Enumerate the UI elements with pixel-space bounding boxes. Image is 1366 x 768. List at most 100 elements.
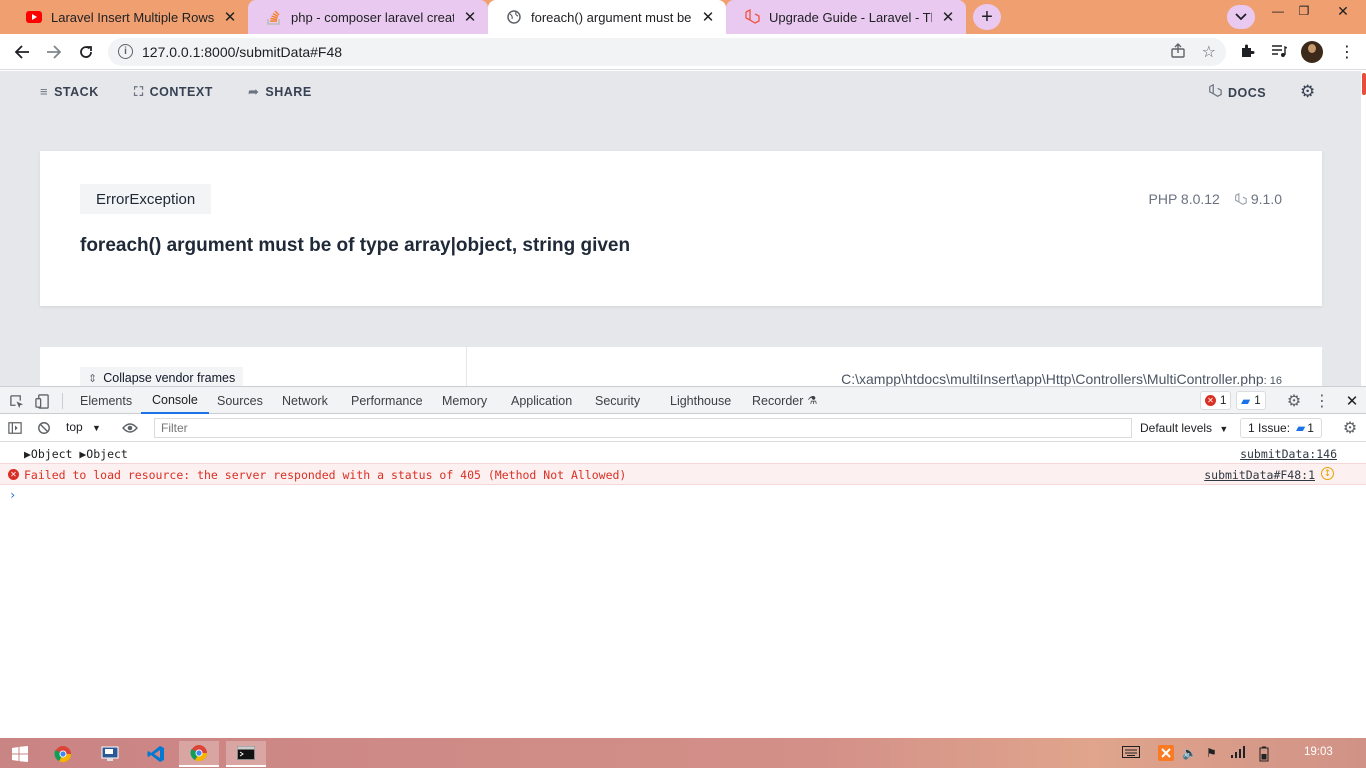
nav-context[interactable]: ⛶ CONTEXT [134,84,213,100]
sidebar-toggle-icon[interactable] [6,419,24,437]
tab-sources[interactable]: Sources [217,387,263,414]
devtools-settings-icon[interactable]: ⚙ [1285,392,1303,410]
laravel-icon [744,9,760,25]
close-tab-icon[interactable]: ✕ [940,9,956,26]
extensions-puzzle-icon[interactable] [1239,43,1255,64]
back-button[interactable] [10,40,34,64]
chrome-taskbar-icon[interactable] [43,741,83,767]
console-output[interactable]: ▶Object ▶Object submitData:146 ✕ Failed … [0,442,1366,738]
close-tab-icon[interactable]: ✕ [462,9,478,26]
tab-network[interactable]: Network [282,387,328,414]
tab-security[interactable]: Security [595,387,640,414]
ignition-nav: ≡ STACK ⛶ CONTEXT ➦ SHARE DOCS ⚙ [0,71,1361,111]
bookmark-star-icon[interactable]: ☆ [1202,42,1216,62]
tab-performance[interactable]: Performance [351,387,423,414]
issues-button[interactable]: 1 Issue: ▰ 1 [1240,418,1322,438]
message-icon: ▰ [1241,393,1251,408]
minimize-button[interactable]: — [1264,0,1292,22]
console-prompt-icon[interactable]: › [9,488,16,502]
error-counter[interactable]: ✕ 1 [1200,391,1232,410]
share-page-icon[interactable] [1170,43,1186,64]
console-filter-input[interactable] [154,418,1132,438]
nav-share[interactable]: ➦ SHARE [248,84,312,100]
frame-file-path[interactable]: C:\xampp\htdocs\multiInsert\app\Http\Con… [841,371,1282,386]
xampp-tray-icon[interactable] [1158,745,1174,764]
flag-notifications-icon[interactable]: ⚑ [1206,746,1217,760]
vscode-taskbar-icon[interactable] [136,741,176,767]
device-toolbar-icon[interactable] [33,392,51,410]
inspect-element-icon[interactable] [7,392,25,410]
browser-tab-1[interactable]: Laravel Insert Multiple Rows in d ✕ [8,0,248,34]
tab-application[interactable]: Application [511,387,572,414]
flask-icon: ⚗ [807,395,818,407]
browser-tab-2[interactable]: php - composer laravel create pr ✕ [248,0,488,34]
nav-stack[interactable]: ≡ STACK [40,84,99,99]
network-warning-icon[interactable]: ↕ [1321,467,1334,480]
cmd-taskbar-icon[interactable] [226,741,266,767]
xampp-control-icon[interactable] [90,741,130,767]
browser-tab-strip: Laravel Insert Multiple Rows in d ✕ php … [0,0,1366,34]
media-queue-icon[interactable] [1271,43,1288,64]
forward-button[interactable] [42,40,66,64]
browser-toolbar: i 127.0.0.1:8000/submitData#F48 ☆ ⋮ [0,34,1366,70]
keyboard-icon[interactable] [1122,746,1140,761]
battery-icon[interactable] [1259,746,1269,765]
taskbar-clock[interactable]: 19:03 [1304,746,1333,758]
browser-tab-4[interactable]: Upgrade Guide - Laravel - The PH ✕ [726,0,966,34]
tab-memory[interactable]: Memory [442,387,487,414]
console-error-row[interactable]: ✕ Failed to load resource: the server re… [0,463,1366,485]
nav-docs[interactable]: DOCS [1208,83,1266,101]
log-text[interactable]: ▶Object ▶Object [24,447,128,461]
issues-label: 1 Issue: [1248,421,1291,435]
window-close-button[interactable]: ✕ [1325,0,1361,22]
address-bar[interactable]: i 127.0.0.1:8000/submitData#F48 ☆ [108,38,1226,66]
network-signal-icon[interactable] [1230,746,1246,761]
tab-recorder-label: Recorder [752,393,804,408]
close-tab-icon[interactable]: ✕ [700,9,716,26]
reload-icon [80,46,92,58]
triangle-down-icon: ▼ [92,423,101,433]
maximize-button[interactable]: ❐ [1290,0,1318,22]
live-expression-eye-icon[interactable] [121,419,139,437]
share-arrow-icon: ➦ [248,84,260,99]
tab-recorder[interactable]: Recorder ⚗ [752,387,817,414]
close-tab-icon[interactable]: ✕ [222,9,238,26]
console-settings-icon[interactable]: ⚙ [1341,419,1359,437]
stackoverflow-icon [266,9,282,25]
page-scrollbar[interactable] [1361,71,1366,386]
error-count: 1 [1220,394,1227,407]
error-icon: ✕ [1205,395,1216,406]
windows-start-icon[interactable] [0,741,40,767]
settings-gear-icon[interactable]: ⚙ [1300,82,1316,102]
context-value: top [66,420,83,434]
devtools-tab-bar: Elements Console Sources Network Perform… [0,386,1366,414]
url-text[interactable]: 127.0.0.1:8000/submitData#F48 [142,44,342,60]
tab-elements[interactable]: Elements [80,387,132,414]
chrome-active-taskbar-icon[interactable] [179,741,219,767]
profile-avatar[interactable] [1301,41,1323,63]
reload-button[interactable] [74,40,98,64]
tab-console[interactable]: Console [141,387,209,414]
arrow-right-icon [47,45,62,59]
clear-console-icon[interactable] [35,419,53,437]
log-source-link[interactable]: submitData:146 [1240,447,1337,461]
windows-taskbar: 🔈 ⚑ 19:03 [0,738,1366,768]
collapse-vendor-frames-button[interactable]: ⇕ Collapse vendor frames [80,367,244,386]
laravel-version: 9.1.0 [1234,191,1282,207]
log-levels-dropdown[interactable]: Default levels ▼ [1140,421,1228,435]
log-source-link[interactable]: submitData#F48:1 [1204,468,1315,482]
browser-tab-3[interactable]: foreach() argument must be of ty ✕ [488,0,726,34]
context-selector[interactable]: top ▼ [66,420,101,434]
browser-menu-icon[interactable]: ⋮ [1339,42,1355,62]
devtools-close-icon[interactable]: ✕ [1343,392,1361,410]
tab-lighthouse[interactable]: Lighthouse [670,387,731,414]
volume-icon[interactable]: 🔈 [1182,746,1197,760]
tab-search-button[interactable] [1227,5,1255,29]
devtools-menu-icon[interactable]: ⋮ [1313,392,1331,410]
issues-count: 1 [1307,421,1314,435]
site-info-icon[interactable]: i [118,44,133,59]
stack-divider [466,347,467,386]
new-tab-button[interactable]: + [973,4,1001,30]
message-counter[interactable]: ▰ 1 [1236,391,1266,410]
console-log-row[interactable]: ▶Object ▶Object submitData:146 [0,443,1366,464]
